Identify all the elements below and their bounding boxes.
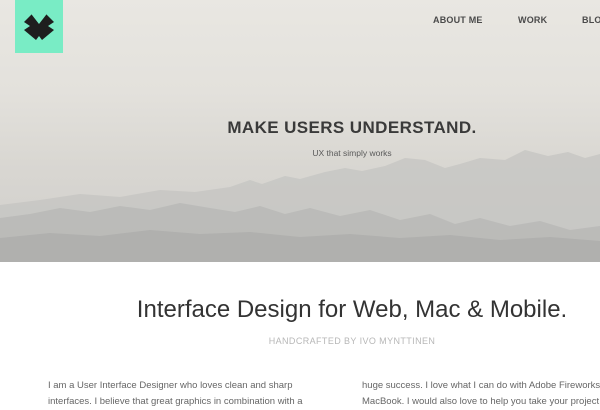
section-title: Interface Design for Web, Mac & Mobile. bbox=[136, 296, 568, 323]
hero-subtitle: UX that simply works bbox=[312, 148, 392, 158]
hero-banner: ABOUT ME WORK BLOG MAKE USERS UNDERSTAND… bbox=[0, 0, 600, 262]
intro-right-line-2: MacBook. I would also love to help you t… bbox=[362, 396, 600, 407]
intro-right-line-1: huge success. I love what I can do with … bbox=[362, 380, 600, 391]
section-subtitle: HANDCRAFTED BY IVO MYNTTINEN bbox=[268, 336, 436, 346]
hero-title: MAKE USERS UNDERSTAND. bbox=[227, 118, 477, 137]
intro-column-right: huge success. I love what I can do with … bbox=[362, 378, 600, 410]
intro-left-line-1: I am a User Interface Designer who loves… bbox=[48, 380, 293, 391]
main-nav: ABOUT ME WORK BLOG bbox=[0, 15, 600, 29]
nav-item-about-me[interactable]: ABOUT ME bbox=[433, 15, 483, 25]
nav-item-work[interactable]: WORK bbox=[518, 15, 547, 25]
intro-column-left: I am a User Interface Designer who loves… bbox=[48, 378, 340, 410]
intro-left-line-2: interfaces. I believe that great graphic… bbox=[48, 396, 303, 407]
nav-item-blog[interactable]: BLOG bbox=[582, 15, 600, 25]
